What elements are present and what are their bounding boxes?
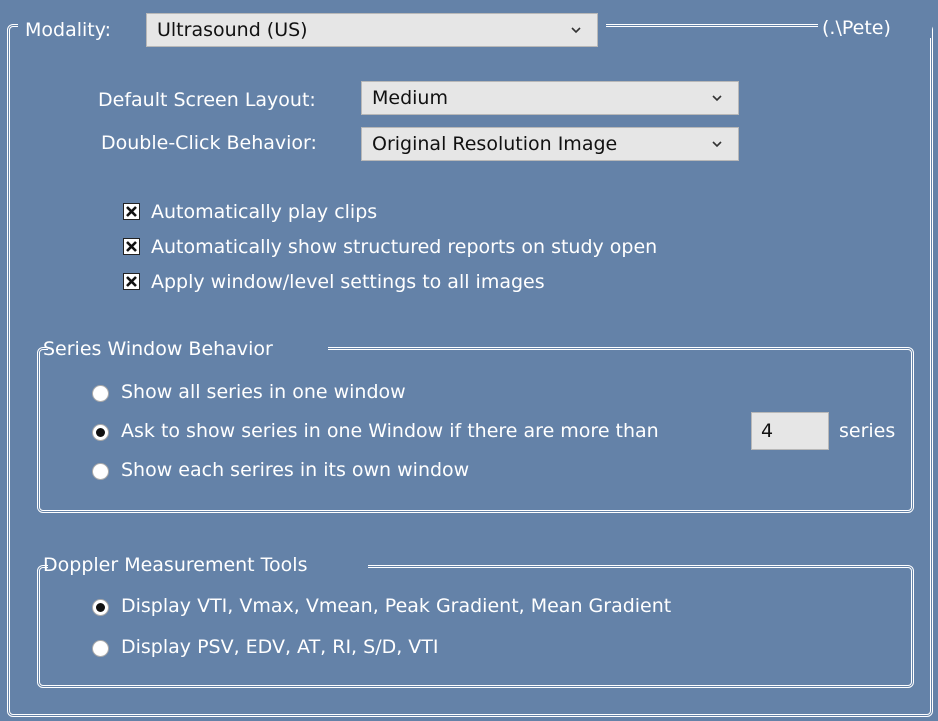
doppler-title: Doppler Measurement Tools [43,554,308,576]
screen-layout-dropdown[interactable]: Medium [361,81,739,115]
doppler-vti-vmax-label[interactable]: Display VTI, Vmax, Vmean, Peak Gradient,… [121,594,671,618]
doppler-psv-edv-label[interactable]: Display PSV, EDV, AT, RI, S/D, VTI [121,635,439,659]
apply-window-level-label[interactable]: Apply window/level settings to all image… [151,270,545,294]
chevron-down-icon [571,27,581,34]
series-own-window-radio[interactable] [92,463,109,480]
autoplay-clips-label[interactable]: Automatically play clips [151,200,377,224]
modality-dropdown[interactable]: Ultrasound (US) [146,13,598,47]
chevron-down-icon [712,95,722,102]
double-click-dropdown[interactable]: Original Resolution Image [361,127,739,161]
double-click-label: Double-Click Behavior: [101,132,317,154]
series-threshold-suffix: series [839,420,896,442]
doppler-group-frame [37,565,914,688]
series-ask-threshold-radio[interactable] [92,424,109,441]
apply-window-level-checkbox[interactable] [123,273,140,290]
checked-x-icon [126,206,137,217]
double-click-value: Original Resolution Image [372,133,618,155]
settings-panel: Modality: Ultrasound (US) (.\Pete) Defau… [0,0,938,721]
checked-x-icon [126,276,137,287]
series-ask-threshold-label[interactable]: Ask to show series in one Window if ther… [121,419,659,443]
doppler-vti-vmax-radio[interactable] [92,599,109,616]
modality-label: Modality: [25,19,111,41]
doppler-psv-edv-radio[interactable] [92,640,109,657]
modality-dropdown-value: Ultrasound (US) [157,19,308,41]
screen-layout-label: Default Screen Layout: [98,89,316,111]
autoplay-clips-checkbox[interactable] [123,203,140,220]
series-own-window-label[interactable]: Show each serires in its own window [121,458,469,482]
series-window-title: Series Window Behavior [43,338,273,360]
series-threshold-input[interactable]: 4 [751,412,829,450]
checked-x-icon [126,241,137,252]
series-all-one-window-label[interactable]: Show all series in one window [121,380,406,404]
show-structured-reports-checkbox[interactable] [123,238,140,255]
profile-owner: (.\Pete) [822,17,891,39]
series-threshold-value: 4 [761,420,774,442]
series-all-one-window-radio[interactable] [92,385,109,402]
chevron-down-icon [712,141,722,148]
show-structured-reports-label[interactable]: Automatically show structured reports on… [151,235,657,259]
screen-layout-value: Medium [372,87,448,109]
